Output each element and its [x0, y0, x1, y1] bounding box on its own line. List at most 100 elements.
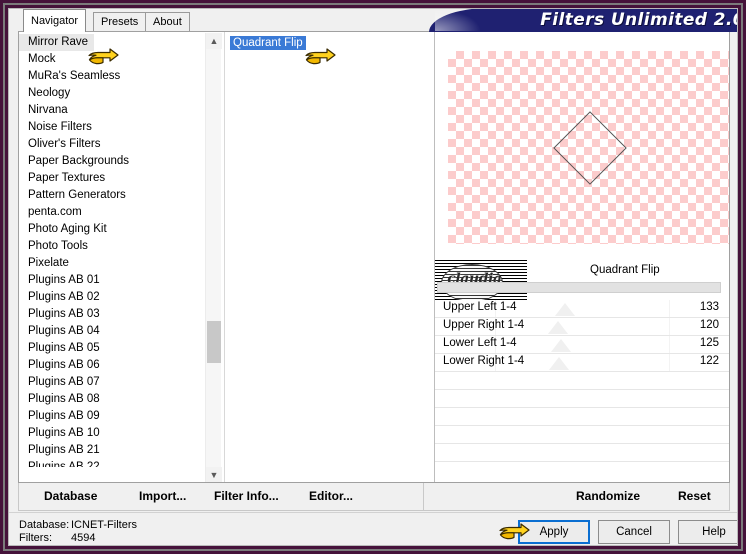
category-list-item[interactable]: Plugins AB 03	[19, 306, 205, 323]
status-database-key: Database:	[19, 519, 70, 531]
window-client-area: Filters Unlimited 2.0 Navigator Presets …	[8, 8, 738, 546]
menu-item-database-label: Database	[44, 489, 98, 503]
category-list-item[interactable]: Plugins AB 06	[19, 357, 205, 374]
category-list-item-label: Neology	[28, 87, 71, 99]
effect-title-separator	[437, 282, 721, 293]
category-list-item[interactable]: Paper Textures	[19, 170, 205, 187]
parameter-slider-track[interactable]	[495, 336, 670, 353]
category-list-item-label: Pixelate	[28, 257, 69, 269]
category-list-item[interactable]: Plugins AB 22	[19, 459, 205, 467]
parameter-slider-handle[interactable]	[549, 357, 570, 370]
category-list-item[interactable]: penta.com	[19, 204, 205, 221]
category-list-item-label: Plugins AB 06	[28, 359, 100, 371]
parameter-label: Upper Left 1-4	[443, 301, 517, 313]
parameter-slider-handle[interactable]	[554, 303, 575, 316]
help-button[interactable]: Help	[678, 520, 737, 544]
filter-list-item-label: Quadrant Flip	[233, 37, 303, 49]
menu-item-editor[interactable]: Editor...	[309, 489, 353, 503]
category-list-item[interactable]: Pixelate	[19, 255, 205, 272]
apply-button-label: Apply	[539, 526, 569, 538]
menu-item-filter-info[interactable]: Filter Info...	[214, 489, 279, 503]
command-menu-bar: Database Import... Filter Info... Editor…	[18, 483, 730, 511]
parameter-slider-track[interactable]	[495, 300, 670, 317]
category-list-item-label: Plugins AB 07	[28, 376, 100, 388]
category-list-item-label: Mock	[28, 53, 56, 65]
scrollbar-thumb[interactable]	[207, 321, 221, 363]
scroll-down-arrow-icon[interactable]: ▼	[206, 467, 222, 482]
parameter-row[interactable]: Lower Right 1-4 122	[435, 354, 729, 372]
menu-item-filter-info-label: Filter Info...	[214, 489, 279, 503]
category-list-item[interactable]: MuRa's Seamless	[19, 68, 205, 85]
parameter-row[interactable]: Upper Left 1-4 133	[435, 300, 729, 318]
parameter-row-empty	[435, 390, 729, 408]
category-list-item[interactable]: Nirvana	[19, 102, 205, 119]
category-list-item-label: Noise Filters	[28, 121, 92, 133]
cancel-button[interactable]: Cancel	[598, 520, 670, 544]
application-window: Filters Unlimited 2.0 Navigator Presets …	[0, 0, 746, 554]
category-list-item[interactable]: Plugins AB 09	[19, 408, 205, 425]
parameter-row[interactable]: Lower Left 1-4 125	[435, 336, 729, 354]
parameter-row-empty	[435, 444, 729, 462]
effect-name: Quadrant Flip	[590, 264, 660, 276]
category-list-item[interactable]: Neology	[19, 85, 205, 102]
category-list-panel: Mirror Rave Mock MuRa's Seamless Neology Nir…	[19, 32, 223, 482]
category-list-item[interactable]: Oliver's Filters	[19, 136, 205, 153]
menu-item-editor-label: Editor...	[309, 489, 354, 503]
category-list[interactable]: Mirror Rave Mock MuRa's Seamless Neology Nir…	[19, 34, 205, 467]
category-list-item[interactable]: Mirror Rave	[19, 34, 95, 51]
category-list-item[interactable]: Plugins AB 04	[19, 323, 205, 340]
category-list-item-label: Plugins AB 03	[28, 308, 100, 320]
menu-item-import-label: Import...	[139, 489, 187, 503]
tab-presets[interactable]: Presets	[93, 12, 147, 31]
status-database-row: Database: ICNET-Filters	[19, 519, 137, 531]
category-list-item[interactable]: Paper Backgrounds	[19, 153, 205, 170]
menu-item-database[interactable]: Database	[44, 489, 97, 503]
category-list-item[interactable]: Photo Tools	[19, 238, 205, 255]
status-bar: Database: ICNET-Filters Filters: 4594 Appl…	[9, 512, 737, 545]
category-list-item-label: Paper Backgrounds	[28, 155, 130, 167]
tab-navigator[interactable]: Navigator	[23, 9, 87, 32]
menu-item-reset-label: Reset	[678, 489, 711, 503]
category-list-item-label: Plugins AB 09	[28, 410, 100, 422]
category-list-item[interactable]: Plugins AB 01	[19, 272, 205, 289]
tab-strip: Navigator Presets About	[9, 9, 737, 32]
menu-item-reset[interactable]: Reset	[678, 489, 711, 503]
category-list-item-label: Plugins AB 02	[28, 291, 100, 303]
category-list-item[interactable]: Photo Aging Kit	[19, 221, 205, 238]
parameter-value: 133	[699, 301, 719, 313]
category-scrollbar[interactable]: ▲ ▼	[205, 33, 222, 482]
category-list-item-label: Photo Tools	[28, 240, 88, 252]
category-list-item-label: Plugins AB 10	[28, 427, 100, 439]
tab-about[interactable]: About	[145, 12, 190, 31]
parameter-slider-handle[interactable]	[547, 321, 568, 334]
parameter-label: Lower Left 1-4	[443, 337, 517, 349]
preview-and-parameters-panel: claudia Quadrant Flip Upper Left 1-4 133 U…	[434, 32, 729, 482]
parameter-row[interactable]: Upper Right 1-4 120	[435, 318, 729, 336]
apply-button[interactable]: Apply	[518, 520, 590, 544]
category-list-item-label: Plugins AB 08	[28, 393, 100, 405]
category-list-item[interactable]: Plugins AB 02	[19, 289, 205, 306]
category-list-item[interactable]: Mock	[19, 51, 205, 68]
parameter-value: 120	[699, 319, 719, 331]
category-list-item[interactable]: Pattern Generators	[19, 187, 205, 204]
category-list-item-label: Plugins AB 05	[28, 342, 100, 354]
category-list-item[interactable]: Plugins AB 10	[19, 425, 205, 442]
navigator-panel: Mirror Rave Mock MuRa's Seamless Neology Nir…	[18, 31, 730, 483]
preview-image[interactable]	[448, 51, 729, 244]
category-list-item[interactable]: Plugins AB 05	[19, 340, 205, 357]
category-list-item[interactable]: Plugins AB 08	[19, 391, 205, 408]
scroll-up-arrow-icon[interactable]: ▲	[206, 33, 222, 49]
slider-tick	[669, 354, 670, 371]
parameter-slider-handle[interactable]	[551, 339, 572, 352]
menu-item-import[interactable]: Import...	[139, 489, 186, 503]
category-list-item[interactable]: Noise Filters	[19, 119, 205, 136]
filter-list-item-selected[interactable]: Quadrant Flip	[230, 36, 306, 50]
category-list-item-label: Pattern Generators	[28, 189, 126, 201]
category-list-item-label: penta.com	[28, 206, 82, 218]
parameter-row-empty	[435, 426, 729, 444]
category-list-item[interactable]: Plugins AB 07	[19, 374, 205, 391]
preview-diamond-shape	[552, 110, 627, 185]
tab-navigator-label: Navigator	[31, 15, 79, 27]
menu-item-randomize[interactable]: Randomize	[576, 489, 640, 503]
category-list-item[interactable]: Plugins AB 21	[19, 442, 205, 459]
